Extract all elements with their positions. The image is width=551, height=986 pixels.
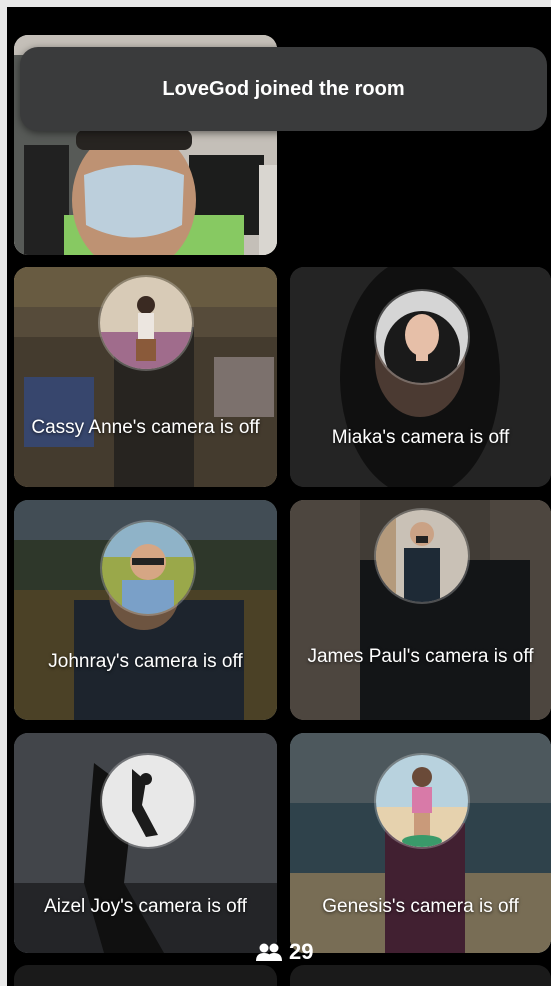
participant-tile[interactable] xyxy=(14,965,277,986)
avatar xyxy=(100,520,196,616)
camera-off-label: James Paul's camera is off xyxy=(307,646,534,667)
participant-tile[interactable]: Miaka's camera is off xyxy=(290,267,551,487)
camera-off-label: Cassy Anne's camera is off xyxy=(31,417,260,438)
participant-tile[interactable] xyxy=(290,965,551,986)
camera-off-label: Aizel Joy's camera is off xyxy=(44,896,247,917)
room-screen: Cassy Anne's camera is off Miaka's camer… xyxy=(7,7,551,986)
toast-message: LoveGod joined the room xyxy=(162,77,405,100)
participant-count-value: 29 xyxy=(289,939,314,964)
participant-count-button[interactable]: 29 xyxy=(255,937,313,967)
camera-off-label: Miaka's camera is off xyxy=(331,427,510,448)
avatar xyxy=(100,753,196,849)
join-notification-toast: LoveGod joined the room xyxy=(20,47,547,131)
participant-tile[interactable]: Genesis's camera is off xyxy=(290,733,551,953)
camera-off-label: Genesis's camera is off xyxy=(322,896,519,917)
participant-tile[interactable]: Cassy Anne's camera is off xyxy=(14,267,277,487)
participant-tile[interactable]: James Paul's camera is off xyxy=(290,500,551,720)
avatar xyxy=(374,753,470,849)
people-icon xyxy=(256,943,282,961)
avatar xyxy=(374,289,470,385)
participant-tile[interactable]: Aizel Joy's camera is off xyxy=(14,733,277,953)
avatar xyxy=(374,508,470,604)
camera-off-label: Johnray's camera is off xyxy=(48,651,243,672)
avatar xyxy=(98,275,194,371)
participant-tile[interactable]: Johnray's camera is off xyxy=(14,500,277,720)
